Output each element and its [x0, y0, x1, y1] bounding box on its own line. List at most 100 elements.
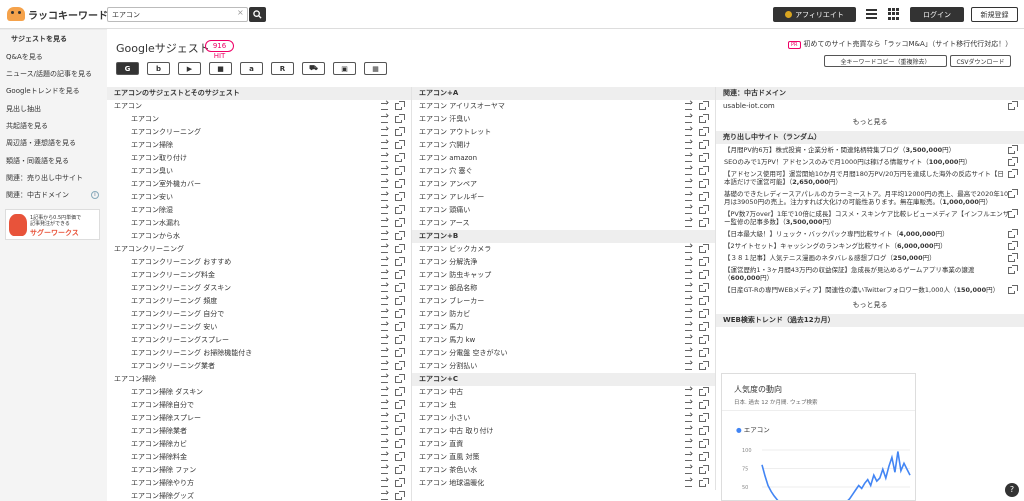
- more-sites-link[interactable]: もっと見る: [716, 296, 1024, 314]
- keyword-row[interactable]: エアコン掃除カビ: [107, 438, 411, 451]
- logo[interactable]: ラッコキーワード: [7, 6, 108, 22]
- keyword-row[interactable]: エアコン: [107, 100, 411, 113]
- external-link-icon[interactable]: [699, 101, 709, 110]
- swap-search-icon[interactable]: [381, 103, 388, 110]
- keyword-row[interactable]: エアコン 頭痛い: [412, 204, 715, 217]
- swap-search-icon[interactable]: [381, 441, 388, 448]
- external-link-icon[interactable]: [699, 140, 709, 149]
- external-link-icon[interactable]: [699, 322, 709, 331]
- swap-search-icon[interactable]: [381, 207, 388, 214]
- keyword-row[interactable]: エアコン 汗臭い: [412, 113, 715, 126]
- info-icon[interactable]: i: [91, 191, 99, 199]
- keyword-row[interactable]: エアコン掃除やり方: [107, 477, 411, 490]
- external-link-icon[interactable]: [395, 192, 405, 201]
- swap-search-icon[interactable]: [685, 103, 692, 110]
- external-link-icon[interactable]: [1008, 101, 1018, 110]
- keyword-row[interactable]: エアコン掃除: [107, 139, 411, 152]
- keyword-row[interactable]: エアコン安い: [107, 191, 411, 204]
- keyword-row[interactable]: エアコン掃除料金: [107, 451, 411, 464]
- sidebar-item-used-domains[interactable]: 関連：中古ドメイン: [6, 190, 69, 200]
- external-link-icon[interactable]: [699, 348, 709, 357]
- external-link-icon[interactable]: [699, 114, 709, 123]
- swap-search-icon[interactable]: [381, 363, 388, 370]
- keyword-row[interactable]: エアコン アース: [412, 217, 715, 230]
- swap-search-icon[interactable]: [685, 194, 692, 201]
- more-domains-link[interactable]: もっと見る: [716, 113, 1024, 131]
- keyword-row[interactable]: エアコンクリーニング 安い: [107, 321, 411, 334]
- external-link-icon[interactable]: [1008, 285, 1018, 294]
- swap-search-icon[interactable]: [381, 246, 388, 253]
- swap-search-icon[interactable]: [381, 454, 388, 461]
- swap-search-icon[interactable]: [685, 155, 692, 162]
- swap-search-icon[interactable]: [685, 467, 692, 474]
- external-link-icon[interactable]: [395, 283, 405, 292]
- keyword-row[interactable]: エアコン 馬力: [412, 321, 715, 334]
- swap-search-icon[interactable]: [381, 194, 388, 201]
- site-for-sale-item[interactable]: 【アドセンス使用可】運営開始10か月で月間180万PV/20万円を達成した海外の…: [716, 168, 1024, 188]
- login-button[interactable]: ログイン: [910, 7, 964, 22]
- swap-search-icon[interactable]: [381, 389, 388, 396]
- swap-search-icon[interactable]: [685, 324, 692, 331]
- keyword-row[interactable]: エアコン 穴 塞ぐ: [412, 165, 715, 178]
- swap-search-icon[interactable]: [685, 389, 692, 396]
- sidebar-item-google-trends[interactable]: Googleトレンドを見る: [6, 86, 80, 96]
- keyword-row[interactable]: エアコンクリーニング 頻度: [107, 295, 411, 308]
- tool-youtube-button[interactable]: ▶: [178, 62, 201, 75]
- keyword-row[interactable]: エアコン 分電盤 空きがない: [412, 347, 715, 360]
- external-link-icon[interactable]: [699, 166, 709, 175]
- external-link-icon[interactable]: [699, 400, 709, 409]
- swap-search-icon[interactable]: [685, 142, 692, 149]
- site-for-sale-item[interactable]: 基礎のできたレディースアパレルのカラーミーストア。月平均12000円の売上、最高…: [716, 188, 1024, 208]
- site-for-sale-item[interactable]: 【３８１記事】人気テニス漫画のネタバレ＆感想ブログ（250,000円）: [716, 252, 1024, 264]
- keyword-row[interactable]: エアコン amazon: [412, 152, 715, 165]
- keyword-row[interactable]: エアコン 直風 対策: [412, 451, 715, 464]
- external-link-icon[interactable]: [1008, 145, 1018, 154]
- keyword-row[interactable]: エアコンクリーニング ダスキン: [107, 282, 411, 295]
- help-button[interactable]: ?: [1005, 483, 1019, 497]
- swap-search-icon[interactable]: [381, 428, 388, 435]
- swap-search-icon[interactable]: [685, 246, 692, 253]
- swap-search-icon[interactable]: [685, 207, 692, 214]
- keyword-row[interactable]: エアコンから水: [107, 230, 411, 243]
- external-link-icon[interactable]: [699, 361, 709, 370]
- keyword-row[interactable]: エアコン 地球温暖化: [412, 477, 715, 490]
- swap-search-icon[interactable]: [381, 116, 388, 123]
- external-link-icon[interactable]: [1008, 169, 1018, 178]
- keyword-row[interactable]: エアコン アウトレット: [412, 126, 715, 139]
- external-link-icon[interactable]: [1008, 157, 1018, 166]
- tool-google-button[interactable]: G: [116, 62, 139, 75]
- swap-search-icon[interactable]: [685, 337, 692, 344]
- keyword-row[interactable]: エアコン除湿: [107, 204, 411, 217]
- sidebar-item-sites-for-sale[interactable]: 関連：売り出し中サイト: [6, 173, 83, 183]
- copy-all-keywords-button[interactable]: 全キーワードコピー（重複除去）: [824, 55, 947, 67]
- external-link-icon[interactable]: [395, 335, 405, 344]
- external-link-icon[interactable]: [699, 439, 709, 448]
- sidebar-item-suggest[interactable]: サジェストを見る: [11, 34, 67, 44]
- keyword-row[interactable]: エアコン 防虫キャップ: [412, 269, 715, 282]
- keyword-row[interactable]: エアコン 部品名称: [412, 282, 715, 295]
- keyword-row[interactable]: エアコン: [107, 113, 411, 126]
- clear-icon[interactable]: ×: [237, 8, 244, 17]
- external-link-icon[interactable]: [699, 335, 709, 344]
- swap-search-icon[interactable]: [381, 337, 388, 344]
- keyword-row[interactable]: エアコンクリーニング おすすめ: [107, 256, 411, 269]
- external-link-icon[interactable]: [395, 413, 405, 422]
- keyword-row[interactable]: エアコン掃除業者: [107, 425, 411, 438]
- keyword-row[interactable]: エアコン ビックカメラ: [412, 243, 715, 256]
- external-link-icon[interactable]: [395, 127, 405, 136]
- swap-search-icon[interactable]: [685, 298, 692, 305]
- site-for-sale-item[interactable]: 【日本最大級！】リュック・バックパック専門比較サイト（4,000,000円）: [716, 228, 1024, 240]
- site-for-sale-item[interactable]: 【PV数7万over】1年で10倍に成長】コスメ・スキンケア比較レビューメディア…: [716, 208, 1024, 228]
- external-link-icon[interactable]: [1008, 209, 1018, 218]
- external-link-icon[interactable]: [699, 283, 709, 292]
- keyword-row[interactable]: エアコンクリーニング料金: [107, 269, 411, 282]
- external-link-icon[interactable]: [395, 452, 405, 461]
- external-link-icon[interactable]: [395, 361, 405, 370]
- external-link-icon[interactable]: [395, 439, 405, 448]
- swap-search-icon[interactable]: [381, 467, 388, 474]
- keyword-row[interactable]: エアコン 穴開け: [412, 139, 715, 152]
- keyword-row[interactable]: エアコン 中古: [412, 386, 715, 399]
- external-link-icon[interactable]: [1008, 229, 1018, 238]
- affiliate-button[interactable]: アフィリエイト: [773, 7, 856, 22]
- ad-banner[interactable]: 1記事から0.5円単価で 記事発注ができる サグーワークス: [5, 209, 100, 240]
